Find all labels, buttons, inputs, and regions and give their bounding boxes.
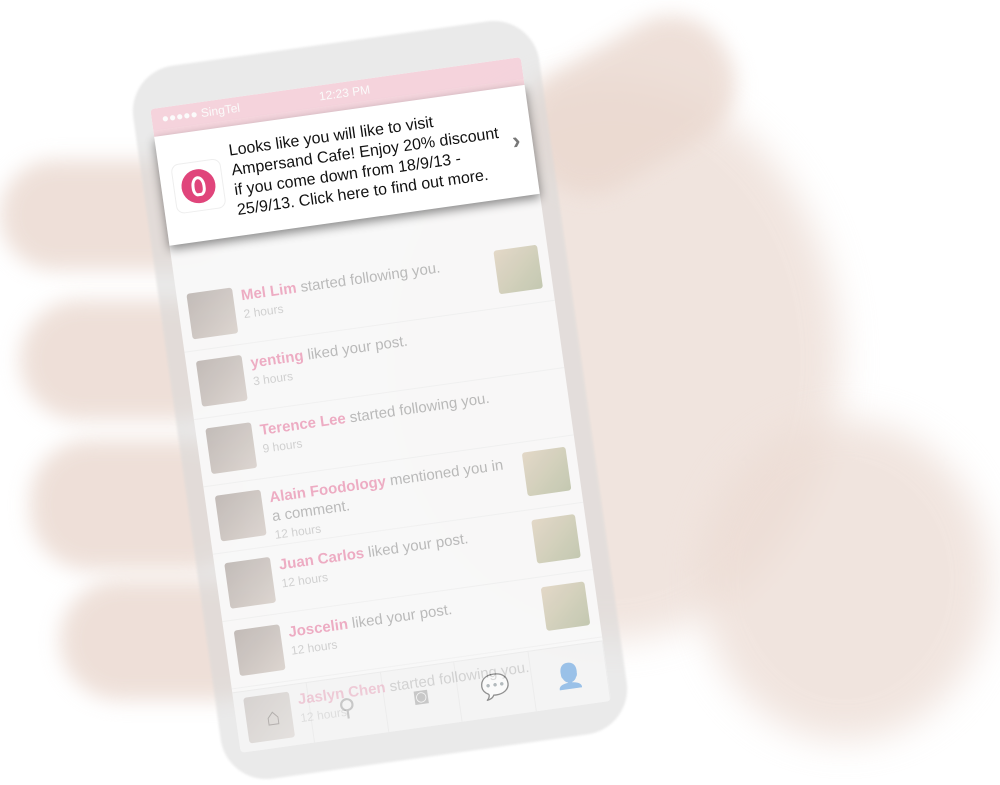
clock: 12:23 PM	[318, 82, 371, 104]
post-thumbnail[interactable]	[540, 581, 591, 632]
chevron-right-icon[interactable]: ›	[510, 127, 522, 156]
avatar[interactable]	[233, 624, 286, 677]
post-thumbnail[interactable]	[493, 244, 544, 295]
chat-icon[interactable]: 💬	[454, 651, 538, 722]
post-thumbnail[interactable]	[521, 446, 572, 497]
post-thumbnail[interactable]	[531, 514, 581, 564]
avatar[interactable]	[195, 354, 248, 407]
home-icon[interactable]: ⌂	[232, 682, 315, 753]
avatar[interactable]	[205, 422, 258, 475]
avatar[interactable]	[186, 287, 239, 340]
camera-icon[interactable]: ◙	[380, 662, 463, 732]
ampersand-cafe-logo-icon	[170, 157, 227, 215]
search-icon[interactable]: ⚲	[306, 672, 389, 743]
hand-wrist	[700, 420, 990, 740]
avatar[interactable]	[224, 556, 277, 609]
profile-icon[interactable]: 👤	[528, 641, 612, 712]
avatar[interactable]	[214, 489, 267, 542]
banner-message: Looks like you will like to visit Ampers…	[227, 113, 500, 219]
